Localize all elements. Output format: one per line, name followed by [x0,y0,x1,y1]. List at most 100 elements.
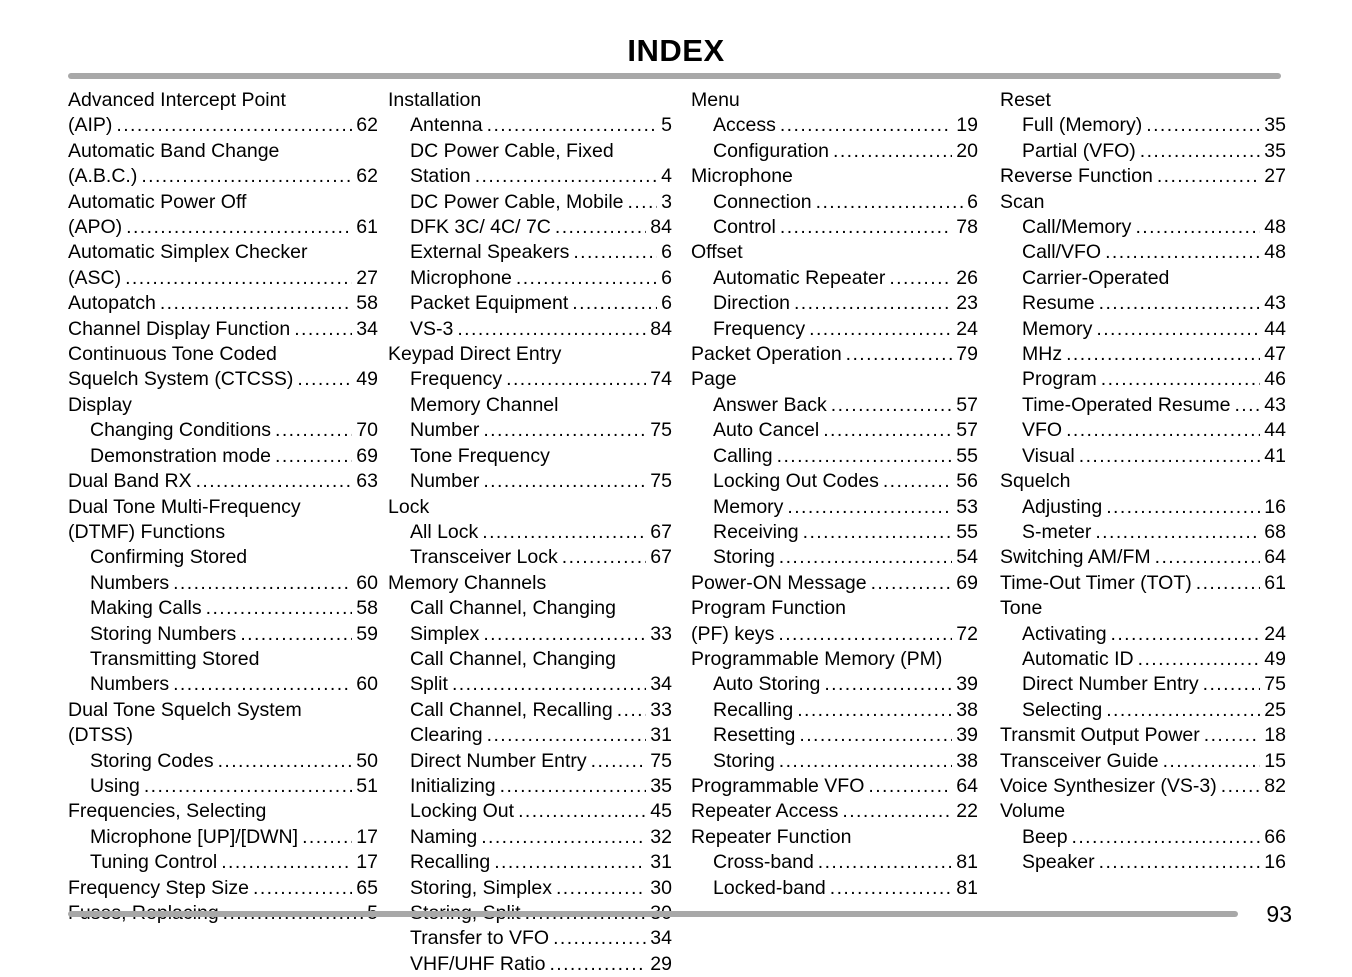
index-entry[interactable]: Microphone..............................… [388,266,672,291]
index-entry[interactable]: (DTMF) Functions........................… [68,520,378,545]
index-entry[interactable]: Adjusting...............................… [1000,495,1286,520]
index-entry[interactable]: Confirming Stored.......................… [68,545,378,570]
index-entry[interactable]: Split...................................… [388,672,672,697]
index-entry[interactable]: Memory Channels.........................… [388,571,672,596]
index-entry[interactable]: Clearing................................… [388,723,672,748]
index-entry[interactable]: Display.................................… [68,393,378,418]
index-entry[interactable]: Time-Out Timer (TOT)....................… [1000,571,1286,596]
index-entry[interactable]: MHz.....................................… [1000,342,1286,367]
index-entry[interactable]: Storing Codes...........................… [68,749,378,774]
index-entry[interactable]: Channel Display Function................… [68,317,378,342]
index-entry[interactable]: Automatic Power Off.....................… [68,190,378,215]
index-entry[interactable]: Automatic ID............................… [1000,647,1286,672]
index-entry[interactable]: Squelch.................................… [1000,469,1286,494]
index-entry[interactable]: VS-3....................................… [388,317,672,342]
index-entry[interactable]: Offset..................................… [691,240,978,265]
index-entry[interactable]: External Speakers.......................… [388,240,672,265]
index-entry[interactable]: Memory..................................… [691,495,978,520]
index-entry[interactable]: Visual..................................… [1000,444,1286,469]
index-entry[interactable]: Power-ON Message........................… [691,571,978,596]
index-entry[interactable]: Resetting...............................… [691,723,978,748]
index-entry[interactable]: Carrier-Operated........................… [1000,266,1286,291]
index-entry[interactable]: Connection..............................… [691,190,978,215]
index-entry[interactable]: Page....................................… [691,367,978,392]
index-entry[interactable]: VFO.....................................… [1000,418,1286,443]
index-entry[interactable]: Microphone [UP]/[DWN]...................… [68,825,378,850]
index-entry[interactable]: Numbers.................................… [68,672,378,697]
index-entry[interactable]: Transceiver Lock........................… [388,545,672,570]
index-entry[interactable]: Demonstration mode......................… [68,444,378,469]
index-entry[interactable]: Transfer to VFO.........................… [388,926,672,951]
index-entry[interactable]: Program Function........................… [691,596,978,621]
index-entry[interactable]: Full (Memory)...........................… [1000,113,1286,138]
index-entry[interactable]: Call/Memory.............................… [1000,215,1286,240]
index-entry[interactable]: Direct Number Entry.....................… [1000,672,1286,697]
index-entry[interactable]: Locking Out Codes.......................… [691,469,978,494]
index-entry[interactable]: Storing.................................… [691,749,978,774]
index-entry[interactable]: Microphone..............................… [691,164,978,189]
index-entry[interactable]: Call Channel, Changing..................… [388,647,672,672]
index-entry[interactable]: (PF) keys...............................… [691,622,978,647]
index-entry[interactable]: Switching AM/FM.........................… [1000,545,1286,570]
index-entry[interactable]: Direct Number Entry.....................… [388,749,672,774]
index-entry[interactable]: Programmable VFO........................… [691,774,978,799]
index-entry[interactable]: Automatic Repeater......................… [691,266,978,291]
index-entry[interactable]: Changing Conditions.....................… [68,418,378,443]
index-entry[interactable]: Memory..................................… [1000,317,1286,342]
index-entry[interactable]: Transmit Output Power...................… [1000,723,1286,748]
index-entry[interactable]: Initializing............................… [388,774,672,799]
index-entry[interactable]: Automatic Band Change...................… [68,139,378,164]
index-entry[interactable]: VHF/UHF Ratio...........................… [388,952,672,977]
index-entry[interactable]: Programmable Memory (PM)................… [691,647,978,672]
index-entry[interactable]: Direction...............................… [691,291,978,316]
index-entry[interactable]: Recalling...............................… [691,698,978,723]
index-entry[interactable]: Receiving...............................… [691,520,978,545]
index-entry[interactable]: Storing, Simplex........................… [388,876,672,901]
index-entry[interactable]: Autopatch...............................… [68,291,378,316]
index-entry[interactable]: All Lock................................… [388,520,672,545]
index-entry[interactable]: Tone....................................… [1000,596,1286,621]
index-entry[interactable]: Advanced Intercept Point................… [68,88,378,113]
index-entry[interactable]: DFK 3C/ 4C/ 7C..........................… [388,215,672,240]
index-entry[interactable]: Program.................................… [1000,367,1286,392]
index-entry[interactable]: Auto Storing............................… [691,672,978,697]
index-entry[interactable]: S-meter.................................… [1000,520,1286,545]
index-entry[interactable]: Packet Equipment........................… [388,291,672,316]
index-entry[interactable]: Frequency...............................… [388,367,672,392]
index-entry[interactable]: Time-Operated Resume....................… [1000,393,1286,418]
index-entry[interactable]: Scan....................................… [1000,190,1286,215]
index-entry[interactable]: Installation............................… [388,88,672,113]
index-entry[interactable]: Control.................................… [691,215,978,240]
index-entry[interactable]: Keypad Direct Entry.....................… [388,342,672,367]
index-entry[interactable]: Simplex.................................… [388,622,672,647]
index-entry[interactable]: Recalling...............................… [388,850,672,875]
index-entry[interactable]: Continuous Tone Coded...................… [68,342,378,367]
index-entry[interactable]: Squelch System (CTCSS)..................… [68,367,378,392]
index-entry[interactable]: Voice Synthesizer (VS-3)................… [1000,774,1286,799]
index-entry[interactable]: Access..................................… [691,113,978,138]
index-entry[interactable]: Configuration...........................… [691,139,978,164]
index-entry[interactable]: Selecting...............................… [1000,698,1286,723]
index-entry[interactable]: Number..................................… [388,469,672,494]
index-entry[interactable]: Dual Band RX............................… [68,469,378,494]
index-entry[interactable]: Numbers.................................… [68,571,378,596]
index-entry[interactable]: Repeater Function.......................… [691,825,978,850]
index-entry[interactable]: Partial (VFO)...........................… [1000,139,1286,164]
index-entry[interactable]: Resume..................................… [1000,291,1286,316]
index-entry[interactable]: Volume..................................… [1000,799,1286,824]
index-entry[interactable]: Call Channel, Recalling.................… [388,698,672,723]
index-entry[interactable]: Station.................................… [388,164,672,189]
index-entry[interactable]: Automatic Simplex Checker...............… [68,240,378,265]
index-entry[interactable]: Auto Cancel.............................… [691,418,978,443]
index-entry[interactable]: Repeater Access.........................… [691,799,978,824]
index-entry[interactable]: Frequencies, Selecting..................… [68,799,378,824]
index-entry[interactable]: Beep....................................… [1000,825,1286,850]
index-entry[interactable]: Storing.................................… [691,545,978,570]
index-entry[interactable]: Call Channel, Changing..................… [388,596,672,621]
index-entry[interactable]: Using...................................… [68,774,378,799]
index-entry[interactable]: (DTSS)..................................… [68,723,378,748]
index-entry[interactable]: Call/VFO................................… [1000,240,1286,265]
index-entry[interactable]: Tone Frequency..........................… [388,444,672,469]
index-entry[interactable]: Tuning Control..........................… [68,850,378,875]
index-entry[interactable]: Memory Channel..........................… [388,393,672,418]
